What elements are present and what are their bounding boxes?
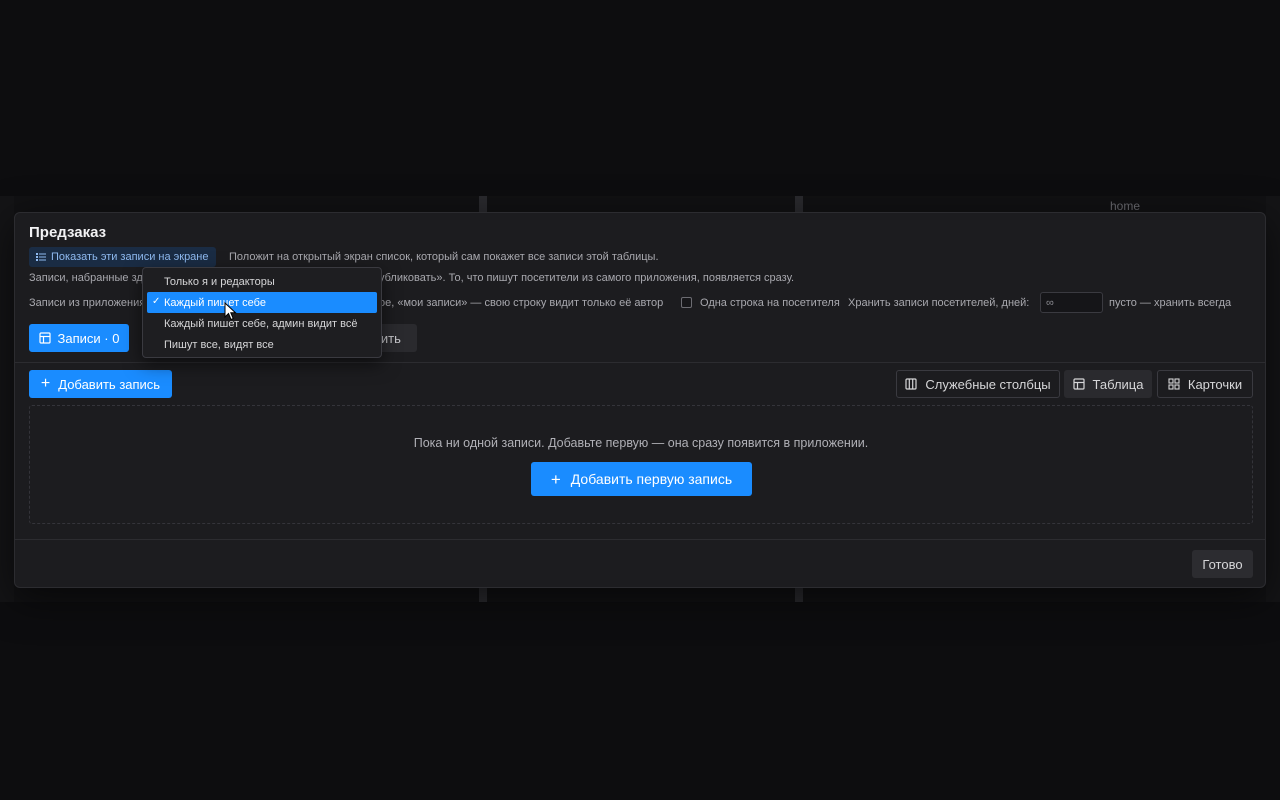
empty-state: Пока ни одной записи. Добавьте первую — … bbox=[29, 405, 1253, 524]
dropdown-option-label: Пишут все, видят все bbox=[164, 338, 274, 351]
background-right-panel bbox=[1266, 196, 1280, 602]
service-columns-label: Служебные столбцы bbox=[925, 376, 1051, 392]
add-record-button[interactable]: + Добавить запись bbox=[29, 370, 172, 398]
tab-records[interactable]: Записи · 0 bbox=[29, 324, 129, 352]
table-icon bbox=[38, 332, 51, 344]
show-on-screen-description: Положит на открытый экран список, которы… bbox=[229, 251, 659, 263]
one-row-per-visitor-label: Одна строка на посетителя bbox=[700, 297, 840, 309]
mouse-pointer-icon bbox=[224, 302, 237, 321]
dropdown-option-label: Каждый пишет себе bbox=[164, 296, 266, 309]
background-left-panel bbox=[0, 196, 14, 602]
keep-days-label: Хранить записи посетителей, дней: bbox=[848, 297, 1030, 309]
manual-records-text-start: Записи, набранные зд bbox=[29, 272, 143, 284]
list-icon bbox=[36, 253, 46, 261]
table-view-label: Таблица bbox=[1092, 376, 1144, 392]
cards-view-button[interactable]: Карточки bbox=[1157, 370, 1253, 398]
grid-icon bbox=[1168, 378, 1180, 390]
app-records-label: Записи из приложения bbox=[29, 297, 146, 309]
toolbar-divider bbox=[15, 362, 1265, 363]
background-home-label: home bbox=[1110, 199, 1141, 213]
access-mode-dropdown: Только я и редакторы ✓ Каждый пишет себе… bbox=[142, 267, 382, 358]
table-view-button[interactable]: Таблица bbox=[1064, 370, 1152, 398]
show-on-screen-button[interactable]: Показать эти записи на экране bbox=[29, 247, 216, 267]
dropdown-option-selected[interactable]: ✓ Каждый пишет себе bbox=[147, 292, 377, 313]
table-icon bbox=[1072, 378, 1085, 390]
keep-days-hint: пусто — хранить всегда bbox=[1109, 297, 1232, 309]
app-records-description: ое, «мои записи» — свою строку видит тол… bbox=[379, 297, 664, 309]
add-first-record-button[interactable]: + Добавить первую запись bbox=[531, 462, 752, 496]
check-icon: ✓ bbox=[152, 296, 161, 307]
tab-records-label: Записи · 0 bbox=[57, 330, 120, 346]
done-button[interactable]: Готово bbox=[1192, 550, 1253, 578]
service-columns-button[interactable]: Служебные столбцы bbox=[896, 370, 1060, 398]
dropdown-option[interactable]: Только я и редакторы bbox=[147, 271, 377, 292]
columns-icon bbox=[905, 378, 917, 390]
modal-title: Предзаказ bbox=[29, 224, 107, 241]
keep-days-input[interactable]: ∞ bbox=[1040, 292, 1103, 313]
add-first-record-label: Добавить первую запись bbox=[570, 471, 733, 487]
empty-state-text: Пока ни одной записи. Добавьте первую — … bbox=[413, 436, 869, 450]
plus-icon: + bbox=[40, 375, 51, 392]
show-on-screen-label: Показать эти записи на экране bbox=[51, 251, 209, 263]
footer-divider bbox=[15, 539, 1265, 540]
done-label: Готово bbox=[1202, 556, 1243, 572]
dropdown-option[interactable]: Пишут все, видят все bbox=[147, 334, 377, 355]
dropdown-option-label: Каждый пишет себе, админ видит всё bbox=[164, 317, 358, 330]
manual-records-text-end: убликовать». То, что пишут посетители из… bbox=[379, 272, 795, 284]
cards-view-label: Карточки bbox=[1187, 376, 1243, 392]
add-record-label: Добавить запись bbox=[58, 376, 161, 392]
keep-days-placeholder: ∞ bbox=[1046, 296, 1054, 309]
one-row-per-visitor-checkbox[interactable] bbox=[681, 297, 692, 308]
plus-icon: + bbox=[550, 469, 561, 489]
dropdown-option[interactable]: Каждый пишет себе, админ видит всё bbox=[147, 313, 377, 334]
dropdown-option-label: Только я и редакторы bbox=[164, 275, 275, 288]
